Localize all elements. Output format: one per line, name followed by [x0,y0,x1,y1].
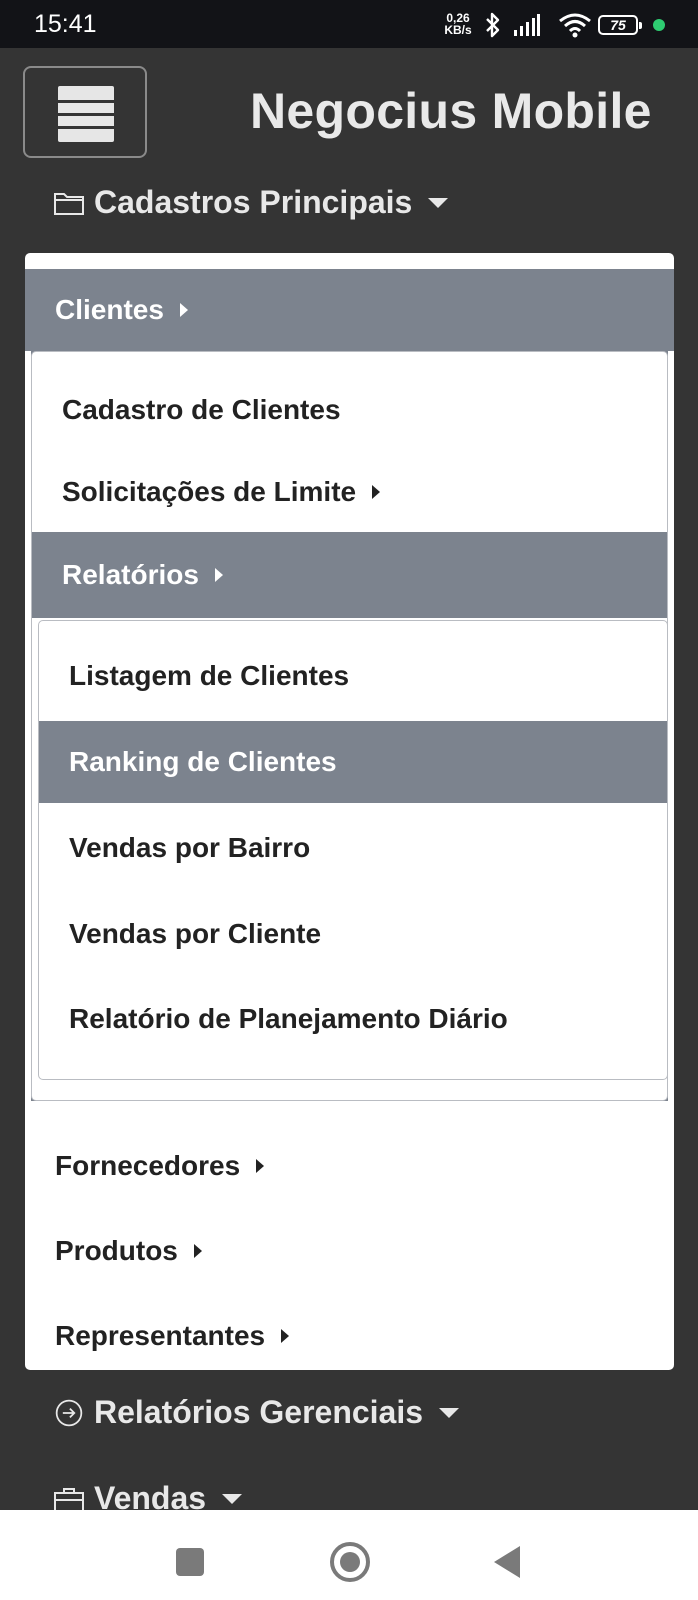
menu-item-label: Ranking de Clientes [69,746,337,777]
menu-item-label: Produtos [55,1235,178,1266]
bluetooth-icon [486,12,500,38]
navigation-bar [0,1510,698,1600]
section-cadastros-principais[interactable]: Cadastros Principais [52,184,449,221]
clientes-submenu: Cadastro de Clientes Solicitações de Lim… [31,351,668,1101]
caret-right-icon [214,568,223,582]
menu-item-label: Listagem de Clientes [69,660,350,691]
caret-down-icon [222,1493,243,1504]
menu-item-produtos[interactable]: Produtos [25,1208,674,1294]
caret-right-icon [179,303,188,317]
arrow-circle-right-icon [55,1399,83,1426]
menu-item-label: Relatório de Planejamento Diário [69,1003,508,1034]
charging-dot-icon [653,19,665,31]
hamburger-icon [58,86,114,142]
menu-item-label: Representantes [55,1320,266,1351]
recents-button[interactable] [176,1548,204,1576]
caret-down-icon [428,197,449,208]
section-label: Cadastros Principais [94,184,413,220]
menu-item-relatorios[interactable]: Relatórios [32,532,667,618]
menu-item-label: Clientes [55,294,164,325]
menu-item-vendas-por-bairro[interactable]: Vendas por Bairro [39,805,667,891]
app-title: Negocius Mobile [250,83,652,139]
menu-item-cadastro-clientes[interactable]: Cadastro de Clientes [32,372,667,448]
clientes-submenu-card: Cadastro de Clientes Solicitações de Lim… [31,351,668,1101]
menu-item-label: Fornecedores [55,1150,241,1181]
menu-item-fornecedores[interactable]: Fornecedores [25,1123,674,1209]
section-relatorios-gerenciais[interactable]: Relatórios Gerenciais [52,1394,460,1431]
menu-item-ranking-clientes[interactable]: Ranking de Clientes [39,721,667,803]
home-button[interactable] [330,1542,370,1582]
menu-item-label: Vendas por Cliente [69,918,322,949]
menu-item-solicitacoes-limite[interactable]: Solicitações de Limite [32,452,667,532]
network-speed-unit: KB/s [444,23,472,37]
back-button[interactable] [494,1546,520,1578]
caret-right-icon [193,1244,202,1258]
menu-toggle-button[interactable] [23,66,147,158]
menu-item-vendas-por-cliente[interactable]: Vendas por Cliente [39,891,667,977]
menu-item-label: Cadastro de Clientes [62,394,341,425]
menu-item-clientes[interactable]: Clientes [25,269,674,351]
menu-item-label: Relatórios [62,559,199,590]
menu-item-label: Vendas por Bairro [69,832,311,863]
section-label: Relatórios Gerenciais [94,1394,424,1430]
menu-item-representantes[interactable]: Representantes [25,1293,674,1379]
menu-item-listagem-clientes[interactable]: Listagem de Clientes [39,633,667,719]
caret-right-icon [281,1329,290,1343]
cadastros-dropdown-menu: Clientes Cadastro de Clientes Solicitaçõ… [25,253,674,1370]
screen: 15:41 0,26 KB/s 75 Negocius Mobile Cadas… [0,0,698,1600]
caret-right-icon [372,485,381,499]
signal-icon [514,14,540,36]
wifi-icon [559,13,591,38]
menu-item-planejamento-diario[interactable]: Relatório de Planejamento Diário [39,976,667,1062]
network-speed: 0,26 KB/s [443,12,473,36]
caret-down-icon [439,1407,460,1418]
relatorios-submenu: Listagem de Clientes Ranking de Clientes… [38,620,668,1080]
caret-right-icon [256,1159,265,1173]
folder-icon [54,192,84,215]
status-bar: 15:41 0,26 KB/s 75 [0,0,698,48]
status-time: 15:41 [34,10,97,38]
battery-icon: 75 [598,15,642,35]
briefcase-icon [54,1487,84,1512]
menu-item-label: Solicitações de Limite [62,476,357,507]
